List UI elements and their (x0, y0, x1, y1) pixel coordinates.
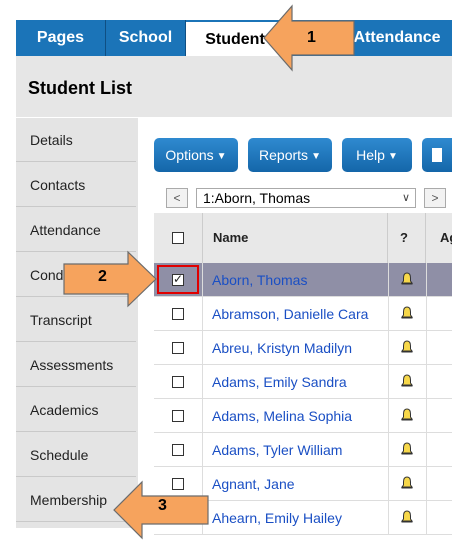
next-record-button[interactable]: > (424, 188, 446, 208)
sidebar-item-attendance[interactable]: Attendance (16, 208, 136, 252)
chevron-down-icon: ▼ (387, 151, 398, 162)
row-checkbox[interactable] (172, 444, 184, 456)
column-divider (202, 297, 203, 330)
table-row[interactable]: Abramson, Danielle Cara (154, 297, 452, 331)
column-divider (202, 399, 203, 432)
student-name-link[interactable]: Adams, Melina Sophia (212, 399, 352, 433)
student-select[interactable]: 1:Aborn, Thomas ∨ (196, 188, 416, 208)
callout-number-3: 3 (158, 497, 167, 514)
top-navigation-bar: Pages School Student Attendance (16, 20, 452, 58)
column-divider (202, 433, 203, 466)
table-row[interactable]: Adams, Emily Sandra (154, 365, 452, 399)
row-checkbox[interactable] (172, 342, 184, 354)
sidebar-item-contacts[interactable]: Contacts (16, 163, 136, 207)
student-name-link[interactable]: Agnant, Jane (212, 467, 295, 501)
column-divider (388, 399, 389, 432)
column-header-alert[interactable]: ? (388, 213, 426, 263)
column-divider (388, 501, 389, 534)
alert-bell-icon[interactable] (400, 442, 414, 456)
column-divider (426, 365, 427, 398)
page-title: Student List (28, 78, 132, 98)
callout-number-1: 1 (307, 29, 316, 46)
reports-button[interactable]: Reports ▼ (248, 138, 332, 172)
sidebar-item-assessments[interactable]: Assessments (16, 343, 136, 387)
alert-bell-icon[interactable] (400, 408, 414, 422)
row-checkbox[interactable] (172, 410, 184, 422)
column-divider (388, 331, 389, 364)
student-name-link[interactable]: Adams, Tyler William (212, 433, 342, 467)
student-name-link[interactable]: Ahearn, Emily Hailey (212, 501, 342, 535)
select-all-checkbox[interactable] (172, 232, 184, 244)
checkbox-highlight (157, 265, 199, 294)
callout-arrow-2 (63, 250, 157, 308)
column-header-name[interactable]: Name (202, 213, 388, 263)
student-name-link[interactable]: Abreu, Kristyn Madilyn (212, 331, 352, 365)
alert-bell-icon[interactable] (400, 476, 414, 490)
alert-bell-icon[interactable] (400, 272, 414, 286)
help-button-label: Help (356, 147, 385, 163)
reports-button-label: Reports (259, 147, 309, 163)
column-divider (426, 399, 427, 432)
options-button[interactable]: Options ▼ (154, 138, 238, 172)
alert-bell-icon[interactable] (400, 340, 414, 354)
column-divider (202, 331, 203, 364)
column-divider (388, 467, 389, 500)
tab-pages[interactable]: Pages (16, 20, 106, 56)
student-select-value: 1:Aborn, Thomas (203, 190, 311, 206)
tab-school[interactable]: School (106, 20, 186, 56)
alert-bell-icon[interactable] (400, 306, 414, 320)
column-divider (426, 433, 427, 466)
column-divider (202, 263, 203, 296)
table-row[interactable]: Adams, Tyler William (154, 433, 452, 467)
main-content: Options ▼ Reports ▼ Help ▼ < 1:Aborn, Thoma… (138, 118, 452, 535)
column-header-age[interactable]: Ag (426, 213, 452, 263)
student-name-link[interactable]: Abramson, Danielle Cara (212, 297, 368, 331)
chevron-down-icon: ▼ (216, 151, 227, 162)
sidebar-item-details[interactable]: Details (16, 118, 136, 162)
student-name-link[interactable]: Aborn, Thomas (212, 263, 307, 297)
column-divider (202, 365, 203, 398)
sidebar-item-schedule[interactable]: Schedule (16, 433, 136, 477)
options-button-label: Options (165, 147, 214, 163)
student-name-link[interactable]: Adams, Emily Sandra (212, 365, 347, 399)
search-button[interactable] (422, 138, 452, 172)
sidebar: Details Contacts Attendance Conduct Tran… (16, 118, 138, 528)
help-button[interactable]: Help ▼ (342, 138, 412, 172)
table-row[interactable]: Adams, Melina Sophia (154, 399, 452, 433)
column-divider (388, 433, 389, 466)
table-header: Name ? Ag (154, 213, 452, 264)
callout-number-2: 2 (98, 268, 107, 285)
search-icon (432, 148, 442, 162)
page-header: Student List (16, 56, 452, 117)
column-divider (388, 297, 389, 330)
column-divider (426, 263, 427, 296)
prev-record-button[interactable]: < (166, 188, 188, 208)
column-divider (388, 263, 389, 296)
column-divider (426, 501, 427, 534)
chevron-down-icon: ∨ (401, 192, 410, 204)
column-divider (426, 297, 427, 330)
alert-bell-icon[interactable] (400, 374, 414, 388)
column-divider (426, 331, 427, 364)
column-divider (426, 467, 427, 500)
alert-bell-icon[interactable] (400, 510, 414, 524)
column-divider (388, 365, 389, 398)
row-checkbox[interactable] (172, 308, 184, 320)
table-row[interactable]: Abreu, Kristyn Madilyn (154, 331, 452, 365)
row-checkbox[interactable] (172, 376, 184, 388)
chevron-down-icon: ▼ (311, 151, 321, 162)
sidebar-item-academics[interactable]: Academics (16, 388, 136, 432)
